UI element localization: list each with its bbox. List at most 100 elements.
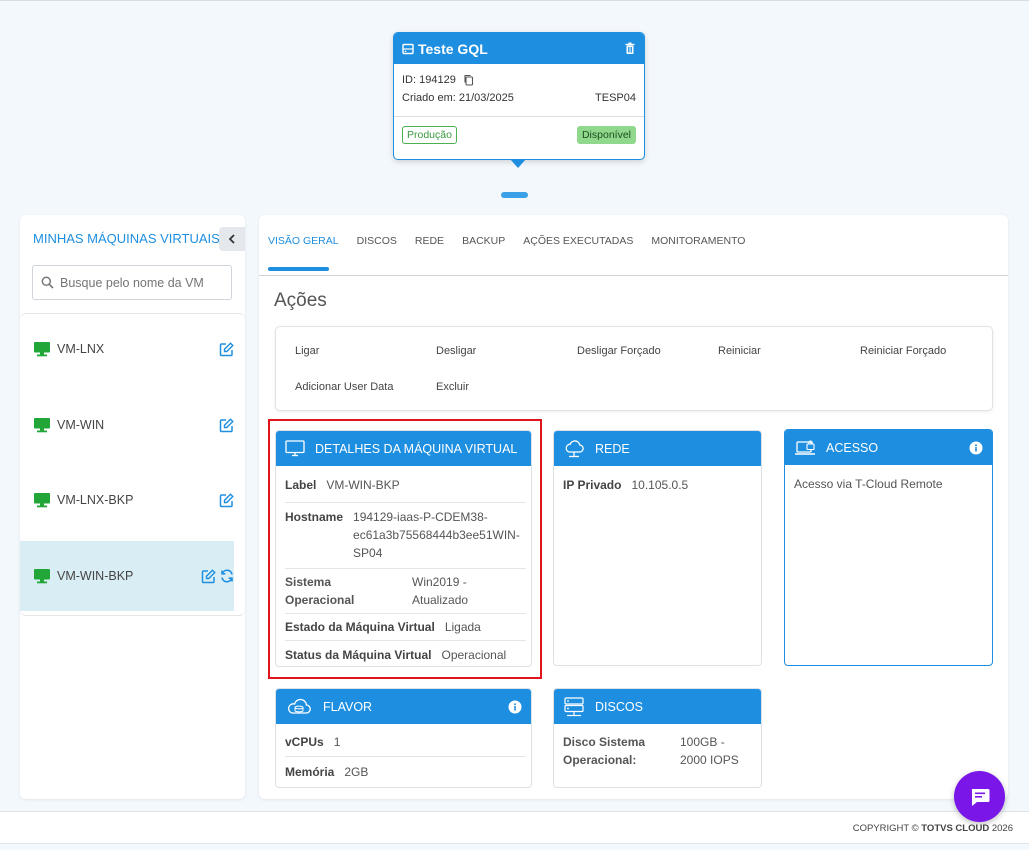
project-card-pointer xyxy=(510,159,526,168)
ip-value: 10.105.0.5 xyxy=(631,478,689,492)
disk-value-line: 2000 IOPS xyxy=(680,753,739,767)
disk-value-line: 100GB - xyxy=(680,735,725,749)
carousel-indicator[interactable] xyxy=(501,192,528,198)
action-adicionar-user-data[interactable]: Adicionar User Data xyxy=(295,381,393,393)
edit-icon[interactable] xyxy=(219,341,234,357)
active-tab-indicator xyxy=(268,267,329,271)
action-reiniciar[interactable]: Reiniciar xyxy=(718,345,761,357)
project-code: TESP04 xyxy=(595,92,636,104)
vm-name: VM-WIN xyxy=(57,418,105,432)
access-row: Acesso via T-Cloud Remote xyxy=(785,475,992,493)
project-divider xyxy=(394,116,644,117)
disk-row: Disco Sistema Operacional: 100GB - 2000 … xyxy=(554,733,761,769)
copy-icon[interactable] xyxy=(463,74,474,86)
copyright-brand: TOTVS CLOUD xyxy=(921,823,990,834)
flavor-card: FLAVOR vCPUs 1 Memória 2GB xyxy=(275,688,532,788)
laptop-lock-icon xyxy=(794,439,816,457)
highlight-box xyxy=(268,419,542,679)
chevron-left-icon xyxy=(228,234,236,244)
disk-key: Disco Sistema Operacional: xyxy=(563,733,680,769)
footer: COPYRIGHT © TOTVS CLOUD 2026 xyxy=(0,811,1029,844)
monitor-icon xyxy=(33,417,51,433)
cloud-network-icon xyxy=(563,439,585,458)
vm-item[interactable]: VM-LNX-BKP xyxy=(20,465,234,535)
disk-value: 100GB - 2000 IOPS xyxy=(680,733,739,769)
action-excluir[interactable]: Excluir xyxy=(436,381,469,393)
actions-panel: Ligar Desligar Desligar Forçado Reinicia… xyxy=(275,326,993,411)
monitor-icon xyxy=(33,492,51,508)
action-ligar[interactable]: Ligar xyxy=(295,345,319,357)
edit-icon[interactable] xyxy=(219,492,234,508)
copyright: COPYRIGHT © TOTVS CLOUD 2026 xyxy=(853,823,1013,834)
disks-card: DISCOS Disco Sistema Operacional: 100GB … xyxy=(553,688,762,788)
access-header: ACESSO xyxy=(785,430,992,465)
vcpu-key: vCPUs xyxy=(285,735,324,749)
vm-search-input[interactable] xyxy=(60,275,220,290)
tab-backup[interactable]: BACKUP xyxy=(462,235,505,247)
vm-name: VM-WIN-BKP xyxy=(57,569,134,583)
refresh-icon[interactable] xyxy=(220,569,234,583)
flavor-title: FLAVOR xyxy=(323,699,373,714)
vcpu-row: vCPUs 1 xyxy=(276,733,531,751)
memory-value: 2GB xyxy=(344,765,369,779)
copyright-year: 2026 xyxy=(991,823,1013,834)
search-icon xyxy=(41,276,54,289)
edit-icon[interactable] xyxy=(219,417,234,433)
vm-sidebar: MINHAS MÁQUINAS VIRTUAIS VM-LNX VM-WIN V… xyxy=(20,215,245,799)
project-tags: Produção Disponível xyxy=(394,126,644,144)
tab-acoes-executadas[interactable]: AÇÕES EXECUTADAS xyxy=(523,235,633,247)
chat-icon xyxy=(969,786,991,808)
action-desligar-forcado[interactable]: Desligar Forçado xyxy=(577,345,661,357)
tab-monitoramento[interactable]: MONITORAMENTO xyxy=(651,235,745,247)
access-text: Acesso via T-Cloud Remote xyxy=(794,477,943,491)
tab-divider xyxy=(259,275,1008,276)
action-reiniciar-forcado[interactable]: Reiniciar Forçado xyxy=(860,345,946,357)
actions-title: Ações xyxy=(274,290,327,311)
trash-icon[interactable] xyxy=(624,42,636,55)
project-created-row: Criado em: 21/03/2025 TESP04 xyxy=(394,92,644,104)
flavor-header: FLAVOR xyxy=(276,689,531,724)
memory-key: Memória xyxy=(285,765,335,779)
network-card: REDE IP Privado 10.105.0.5 xyxy=(553,430,762,666)
access-title: ACESSO xyxy=(826,440,879,455)
env-badge: Produção xyxy=(402,126,457,144)
vcpu-value: 1 xyxy=(333,735,341,749)
cloud-stack-icon xyxy=(285,698,313,716)
status-badge: Disponível xyxy=(576,126,636,144)
access-card: ACESSO Acesso via T-Cloud Remote xyxy=(784,429,993,666)
action-desligar[interactable]: Desligar xyxy=(436,345,476,357)
info-icon[interactable] xyxy=(969,441,983,455)
vm-item-selected[interactable]: VM-WIN-BKP xyxy=(20,541,234,611)
vm-list: VM-LNX VM-WIN VM-LNX-BKP VM-WIN-BKP xyxy=(20,313,245,616)
copyright-prefix: COPYRIGHT © xyxy=(852,823,919,834)
project-title: Teste GQL xyxy=(418,40,488,57)
memory-row: Memória 2GB xyxy=(276,763,531,781)
vm-item[interactable]: VM-LNX xyxy=(20,314,234,384)
edit-icon[interactable] xyxy=(201,568,216,584)
tab-discos[interactable]: DISCOS xyxy=(357,235,397,247)
server-icon xyxy=(402,43,414,55)
top-border xyxy=(0,0,1029,1)
network-title: REDE xyxy=(595,441,630,456)
collapse-sidebar-button[interactable] xyxy=(219,227,245,251)
tab-rede[interactable]: REDE xyxy=(415,235,444,247)
project-id: ID: 194129 xyxy=(402,74,456,86)
project-id-row: ID: 194129 xyxy=(394,74,644,86)
vm-name: VM-LNX-BKP xyxy=(57,493,134,507)
chat-button[interactable] xyxy=(954,771,1005,822)
network-header: REDE xyxy=(554,431,761,466)
disks-title: DISCOS xyxy=(595,699,643,714)
tab-visao-geral[interactable]: VISÃO GERAL xyxy=(268,235,339,247)
divider xyxy=(285,756,526,757)
project-card[interactable]: Teste GQL ID: 194129 Criado em: 21/03/20… xyxy=(393,32,645,160)
monitor-icon xyxy=(33,568,51,584)
disk-key-line: Operacional: xyxy=(563,753,637,767)
vm-search-field[interactable] xyxy=(32,265,232,300)
disks-header: DISCOS xyxy=(554,689,761,724)
tabs: VISÃO GERAL DISCOS REDE BACKUP AÇÕES EXE… xyxy=(268,235,763,247)
ip-key: IP Privado xyxy=(563,478,622,492)
info-icon[interactable] xyxy=(508,700,522,714)
project-created: Criado em: 21/03/2025 xyxy=(402,92,514,104)
vm-item[interactable]: VM-WIN xyxy=(20,390,234,460)
vm-name: VM-LNX xyxy=(57,342,105,356)
